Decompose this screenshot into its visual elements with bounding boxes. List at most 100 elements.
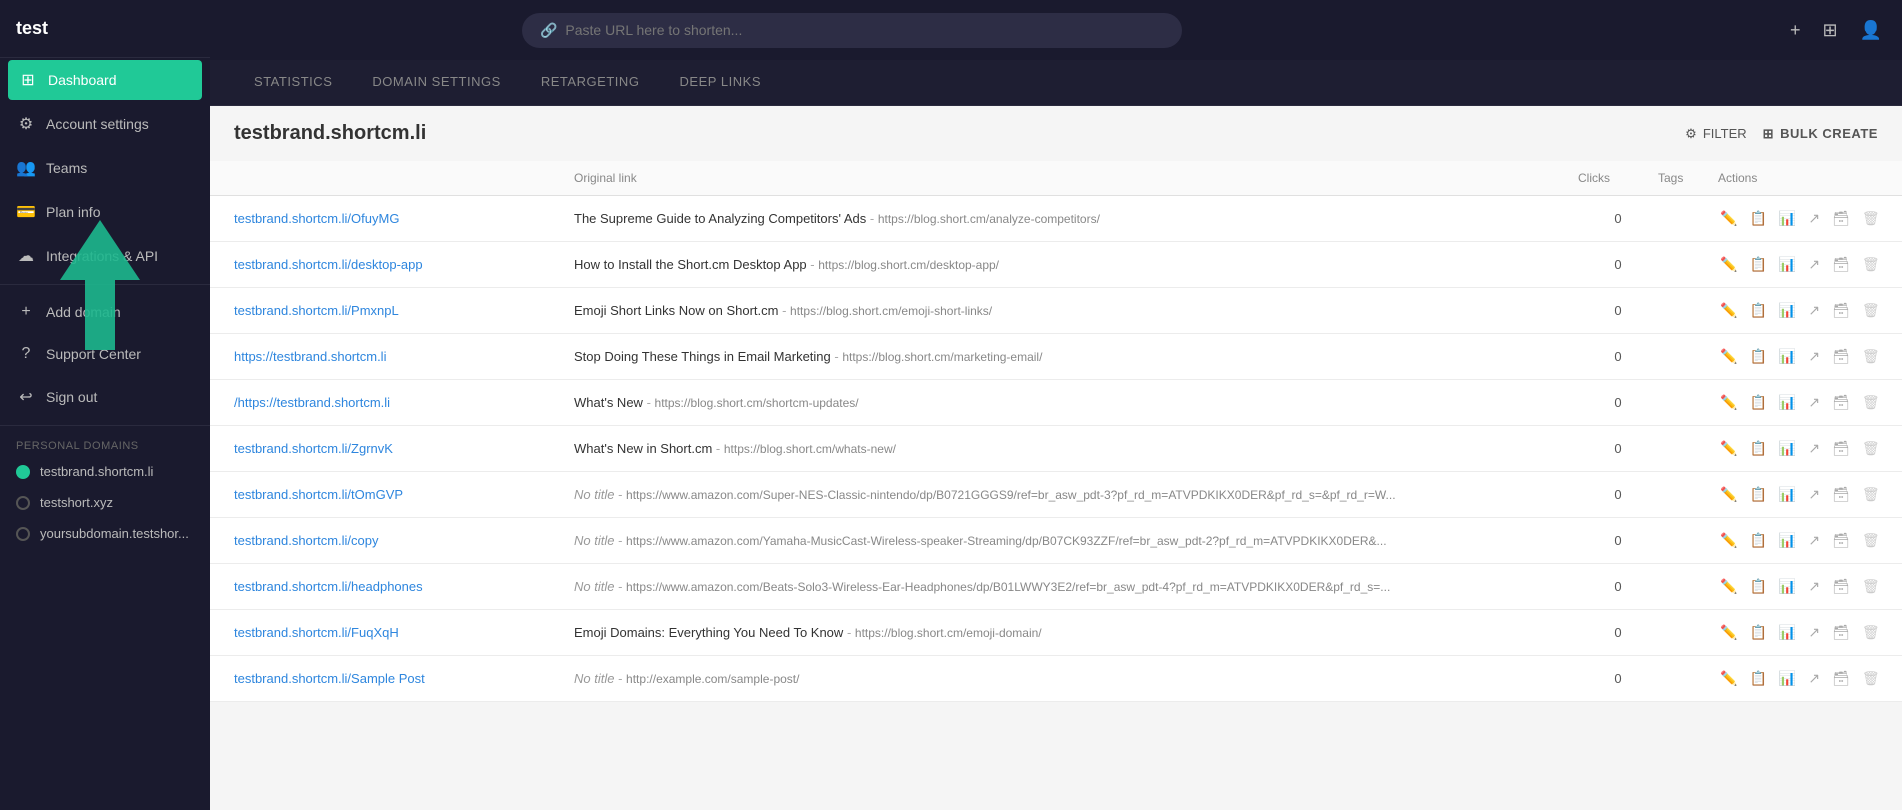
short-link[interactable]: testbrand.shortcm.li/FuqXqH [234,625,574,640]
edit-icon[interactable]: ✏️ [1718,392,1739,413]
sidebar-item-account-settings[interactable]: ⚙ Account settings [0,102,210,146]
delete-icon[interactable]: 🗑 [1860,208,1882,229]
archive-icon[interactable]: 🗃 [1830,300,1852,321]
delete-icon[interactable]: 🗑 [1860,530,1882,551]
grid-view-button[interactable]: ⊞ [1818,16,1841,45]
archive-icon[interactable]: 🗃 [1830,438,1852,459]
chart-icon[interactable]: 📊 [1777,300,1798,321]
share-icon[interactable]: ↗ [1806,208,1822,229]
sidebar-item-add-domain[interactable]: + Add domain [0,291,210,333]
archive-icon[interactable]: 🗃 [1830,576,1852,597]
short-link[interactable]: testbrand.shortcm.li/copy [234,533,574,548]
edit-icon[interactable]: ✏️ [1718,254,1739,275]
short-link[interactable]: testbrand.shortcm.li/desktop-app [234,257,574,272]
sidebar-item-dashboard[interactable]: ⊞ Dashboard [8,60,202,100]
url-shorten-input[interactable] [565,22,1164,38]
edit-icon[interactable]: ✏️ [1718,438,1739,459]
share-icon[interactable]: ↗ [1806,346,1822,367]
copy-icon[interactable]: 📋 [1747,254,1768,275]
chart-icon[interactable]: 📊 [1777,484,1798,505]
tab-domain-settings[interactable]: DOMAIN SETTINGS [352,60,520,105]
short-link[interactable]: testbrand.shortcm.li/Sample Post [234,671,574,686]
share-icon[interactable]: ↗ [1806,254,1822,275]
tab-deep-links[interactable]: DEEP LINKS [659,60,781,105]
archive-icon[interactable]: 🗃 [1830,208,1852,229]
domain-item-testshort[interactable]: testshort.xyz [0,487,210,518]
delete-icon[interactable]: 🗑 [1860,484,1882,505]
short-link[interactable]: https://testbrand.shortcm.li [234,349,574,364]
edit-icon[interactable]: ✏️ [1718,208,1739,229]
share-icon[interactable]: ↗ [1806,530,1822,551]
copy-icon[interactable]: 📋 [1747,208,1768,229]
short-link[interactable]: testbrand.shortcm.li/ZgrnvK [234,441,574,456]
short-link[interactable]: testbrand.shortcm.li/tOmGVP [234,487,574,502]
delete-icon[interactable]: 🗑 [1860,576,1882,597]
clicks-count: 0 [1578,671,1658,686]
archive-icon[interactable]: 🗃 [1830,668,1852,689]
short-link[interactable]: testbrand.shortcm.li/PmxnpL [234,303,574,318]
copy-icon[interactable]: 📋 [1747,392,1768,413]
user-button[interactable]: 👤 [1856,16,1886,45]
archive-icon[interactable]: 🗃 [1830,530,1852,551]
sidebar-item-plan-info[interactable]: 💳 Plan info [0,190,210,234]
chart-icon[interactable]: 📊 [1777,208,1798,229]
delete-icon[interactable]: 🗑 [1860,300,1882,321]
share-icon[interactable]: ↗ [1806,392,1822,413]
edit-icon[interactable]: ✏️ [1718,668,1739,689]
chart-icon[interactable]: 📊 [1777,576,1798,597]
short-link[interactable]: testbrand.shortcm.li/headphones [234,579,574,594]
share-icon[interactable]: ↗ [1806,300,1822,321]
archive-icon[interactable]: 🗃 [1830,622,1852,643]
delete-icon[interactable]: 🗑 [1860,668,1882,689]
archive-icon[interactable]: 🗃 [1830,484,1852,505]
share-icon[interactable]: ↗ [1806,576,1822,597]
add-button[interactable]: + [1786,16,1805,45]
copy-icon[interactable]: 📋 [1747,576,1768,597]
delete-icon[interactable]: 🗑 [1860,254,1882,275]
archive-icon[interactable]: 🗃 [1830,346,1852,367]
edit-icon[interactable]: ✏️ [1718,622,1739,643]
chart-icon[interactable]: 📊 [1777,668,1798,689]
edit-icon[interactable]: ✏️ [1718,484,1739,505]
share-icon[interactable]: ↗ [1806,668,1822,689]
edit-icon[interactable]: ✏️ [1718,576,1739,597]
edit-icon[interactable]: ✏️ [1718,300,1739,321]
share-icon[interactable]: ↗ [1806,484,1822,505]
delete-icon[interactable]: 🗑 [1860,438,1882,459]
short-link[interactable]: /https://testbrand.shortcm.li [234,395,574,410]
copy-icon[interactable]: 📋 [1747,622,1768,643]
chart-icon[interactable]: 📊 [1777,346,1798,367]
copy-icon[interactable]: 📋 [1747,668,1768,689]
tab-statistics[interactable]: STATISTICS [234,60,352,105]
url-input-wrapper[interactable]: 🔗 [522,13,1182,48]
copy-icon[interactable]: 📋 [1747,346,1768,367]
copy-icon[interactable]: 📋 [1747,300,1768,321]
chart-icon[interactable]: 📊 [1777,392,1798,413]
edit-icon[interactable]: ✏️ [1718,530,1739,551]
archive-icon[interactable]: 🗃 [1830,392,1852,413]
delete-icon[interactable]: 🗑 [1860,346,1882,367]
chart-icon[interactable]: 📊 [1777,438,1798,459]
share-icon[interactable]: ↗ [1806,438,1822,459]
domain-item-testbrand[interactable]: testbrand.shortcm.li [0,456,210,487]
domain-item-yoursubdomain[interactable]: yoursubdomain.testshor... [0,518,210,549]
short-link[interactable]: testbrand.shortcm.li/OfuyMG [234,211,574,226]
chart-icon[interactable]: 📊 [1777,530,1798,551]
archive-icon[interactable]: 🗃 [1830,254,1852,275]
sidebar-item-teams[interactable]: 👥 Teams [0,146,210,190]
sidebar-item-support[interactable]: ? Support Center [0,333,210,375]
delete-icon[interactable]: 🗑 [1860,392,1882,413]
copy-icon[interactable]: 📋 [1747,438,1768,459]
delete-icon[interactable]: 🗑 [1860,622,1882,643]
edit-icon[interactable]: ✏️ [1718,346,1739,367]
copy-icon[interactable]: 📋 [1747,484,1768,505]
sidebar-item-integrations[interactable]: ☁ Integrations & API [0,234,210,278]
sidebar-item-sign-out[interactable]: ↩ Sign out [0,375,210,419]
share-icon[interactable]: ↗ [1806,622,1822,643]
chart-icon[interactable]: 📊 [1777,622,1798,643]
bulk-create-button[interactable]: ⊞ BULK CREATE [1763,126,1878,142]
tab-retargeting[interactable]: RETARGETING [521,60,660,105]
filter-button[interactable]: ⚙ FILTER [1685,126,1746,142]
copy-icon[interactable]: 📋 [1747,530,1768,551]
chart-icon[interactable]: 📊 [1777,254,1798,275]
